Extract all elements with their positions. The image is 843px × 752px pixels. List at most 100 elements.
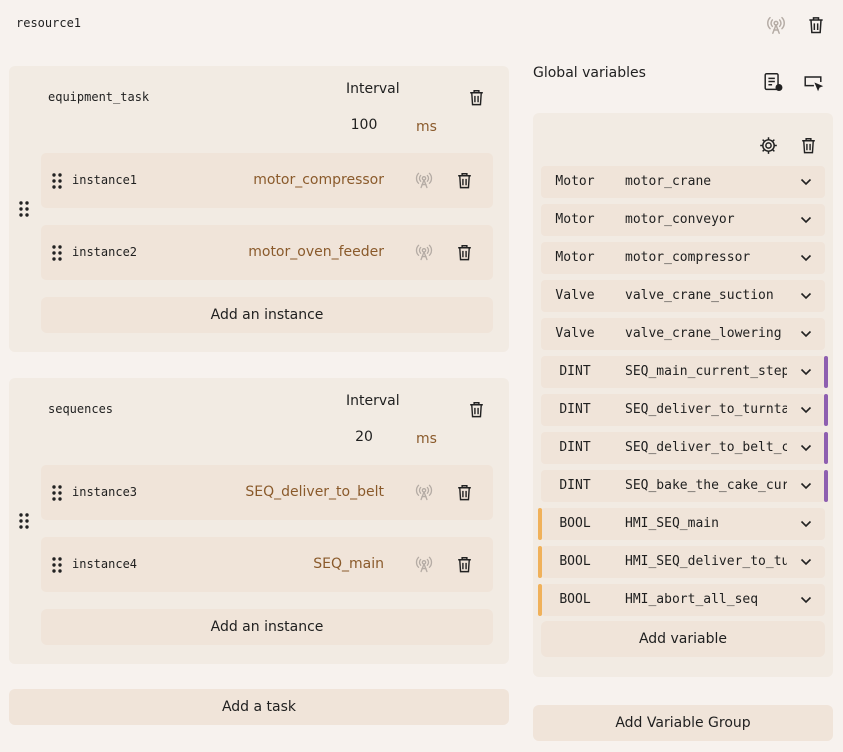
chevron-down-icon[interactable] — [799, 289, 813, 303]
variable-type: DINT — [559, 478, 591, 493]
drag-handle-icon[interactable] — [17, 511, 31, 531]
drag-handle-icon[interactable] — [51, 484, 63, 502]
delete-task-icon[interactable] — [465, 398, 487, 420]
broadcast-icon[interactable] — [413, 553, 435, 575]
variable-row[interactable]: DINT SEQ_main_current_step — [541, 356, 828, 388]
task-name: equipment_task — [48, 90, 150, 104]
delete-task-icon[interactable] — [465, 86, 487, 108]
instance-row[interactable]: instance3 SEQ_deliver_to_belt — [41, 465, 493, 520]
broadcast-icon[interactable] — [413, 241, 435, 263]
task-card-sequences: sequences Interval 20 ms instance3 SEQ_d… — [9, 378, 509, 664]
variable-name[interactable]: HMI_SEQ_deliver_to_turntable — [625, 546, 787, 578]
variable-row[interactable]: Valve valve_crane_lowering — [541, 318, 825, 350]
drag-handle-icon[interactable] — [51, 172, 63, 190]
chevron-down-icon[interactable] — [799, 327, 813, 341]
interval-label: Interval — [346, 393, 400, 409]
delete-instance-icon[interactable] — [453, 169, 475, 191]
variable-type: Motor — [555, 250, 595, 265]
drag-handle-icon[interactable] — [51, 244, 63, 262]
interval-input[interactable]: 100 — [339, 117, 389, 133]
variable-row[interactable]: DINT SEQ_bake_the_cake_current_step — [541, 470, 828, 502]
instance-program[interactable]: motor_oven_feeder — [211, 244, 384, 260]
drag-handle-icon[interactable] — [51, 556, 63, 574]
chevron-down-icon[interactable] — [799, 213, 813, 227]
select-window-icon[interactable] — [801, 70, 825, 94]
variable-name[interactable]: SEQ_deliver_to_belt_current_step — [625, 432, 787, 464]
variable-row[interactable]: BOOL HMI_SEQ_deliver_to_turntable — [538, 546, 825, 578]
broadcast-icon[interactable] — [764, 13, 788, 37]
delete-instance-icon[interactable] — [453, 241, 475, 263]
variable-type: Motor — [555, 212, 595, 227]
chevron-down-icon[interactable] — [799, 251, 813, 265]
variable-row[interactable]: BOOL HMI_SEQ_main — [538, 508, 825, 540]
add-variable-group-button[interactable]: Add Variable Group — [533, 705, 833, 741]
chevron-down-icon[interactable] — [799, 365, 813, 379]
variable-row[interactable]: Motor motor_compressor — [541, 242, 825, 274]
dint-type-marker — [824, 394, 828, 426]
add-task-button[interactable]: Add a task — [9, 689, 509, 725]
variable-type: Valve — [555, 288, 595, 303]
variable-type: DINT — [559, 440, 591, 455]
interval-label: Interval — [346, 81, 400, 97]
drag-handle-icon[interactable] — [17, 199, 31, 219]
variable-name[interactable]: motor_conveyor — [625, 204, 787, 236]
add-instance-button[interactable]: Add an instance — [41, 609, 493, 645]
broadcast-icon[interactable] — [413, 169, 435, 191]
add-variable-button[interactable]: Add variable — [541, 621, 825, 657]
variable-type: Motor — [555, 174, 595, 189]
chevron-down-icon[interactable] — [799, 479, 813, 493]
instance-row[interactable]: instance2 motor_oven_feeder — [41, 225, 493, 280]
chevron-down-icon[interactable] — [799, 593, 813, 607]
chevron-down-icon[interactable] — [799, 555, 813, 569]
chevron-down-icon[interactable] — [799, 175, 813, 189]
variable-row[interactable]: BOOL HMI_abort_all_seq — [538, 584, 825, 616]
variable-name[interactable]: motor_crane — [625, 166, 787, 198]
variable-type: BOOL — [559, 516, 591, 531]
delete-resource-icon[interactable] — [804, 13, 828, 37]
instance-name: instance1 — [72, 173, 138, 187]
variable-name[interactable]: SEQ_deliver_to_turntable — [625, 394, 787, 426]
variable-name[interactable]: valve_crane_lowering — [625, 318, 787, 350]
instance-row[interactable]: instance1 motor_compressor — [41, 153, 493, 208]
instance-program[interactable]: SEQ_main — [211, 556, 384, 572]
dint-type-marker — [824, 356, 828, 388]
broadcast-icon[interactable] — [413, 481, 435, 503]
dint-type-marker — [824, 470, 828, 502]
variable-name[interactable]: motor_compressor — [625, 242, 787, 274]
chevron-down-icon[interactable] — [799, 517, 813, 531]
global-variables-title: Global variables — [533, 65, 646, 81]
variable-list-icon[interactable] — [761, 70, 785, 94]
variable-name[interactable]: SEQ_main_current_step — [625, 356, 787, 388]
delete-group-icon[interactable] — [796, 133, 820, 157]
delete-instance-icon[interactable] — [453, 553, 475, 575]
variable-type: BOOL — [559, 554, 591, 569]
resource-name: resource1 — [16, 16, 82, 30]
variable-name[interactable]: HMI_abort_all_seq — [625, 584, 787, 616]
variable-name[interactable]: valve_crane_suction — [625, 280, 787, 312]
delete-instance-icon[interactable] — [453, 481, 475, 503]
chevron-down-icon[interactable] — [799, 441, 813, 455]
variable-row[interactable]: Motor motor_conveyor — [541, 204, 825, 236]
variable-row[interactable]: Motor motor_crane — [541, 166, 825, 198]
variable-row[interactable]: Valve valve_crane_suction — [541, 280, 825, 312]
variable-name[interactable]: SEQ_bake_the_cake_current_step — [625, 470, 787, 502]
dint-type-marker — [824, 432, 828, 464]
instance-name: instance3 — [72, 485, 138, 499]
add-instance-button[interactable]: Add an instance — [41, 297, 493, 333]
interval-unit: ms — [416, 431, 437, 447]
variable-row[interactable]: DINT SEQ_deliver_to_turntable — [541, 394, 828, 426]
variable-row[interactable]: DINT SEQ_deliver_to_belt_current_step — [541, 432, 828, 464]
task-name: sequences — [48, 402, 114, 416]
instance-program[interactable]: SEQ_deliver_to_belt — [211, 484, 384, 500]
gear-icon[interactable] — [756, 133, 780, 157]
interval-unit: ms — [416, 119, 437, 135]
interval-input[interactable]: 20 — [339, 429, 389, 445]
variable-type: DINT — [559, 364, 591, 379]
task-card-equipment: equipment_task Interval 100 ms instance1… — [9, 66, 509, 352]
chevron-down-icon[interactable] — [799, 403, 813, 417]
variable-name[interactable]: HMI_SEQ_main — [625, 508, 787, 540]
instance-name: instance4 — [72, 557, 138, 571]
instance-name: instance2 — [72, 245, 138, 259]
instance-program[interactable]: motor_compressor — [211, 172, 384, 188]
instance-row[interactable]: instance4 SEQ_main — [41, 537, 493, 592]
